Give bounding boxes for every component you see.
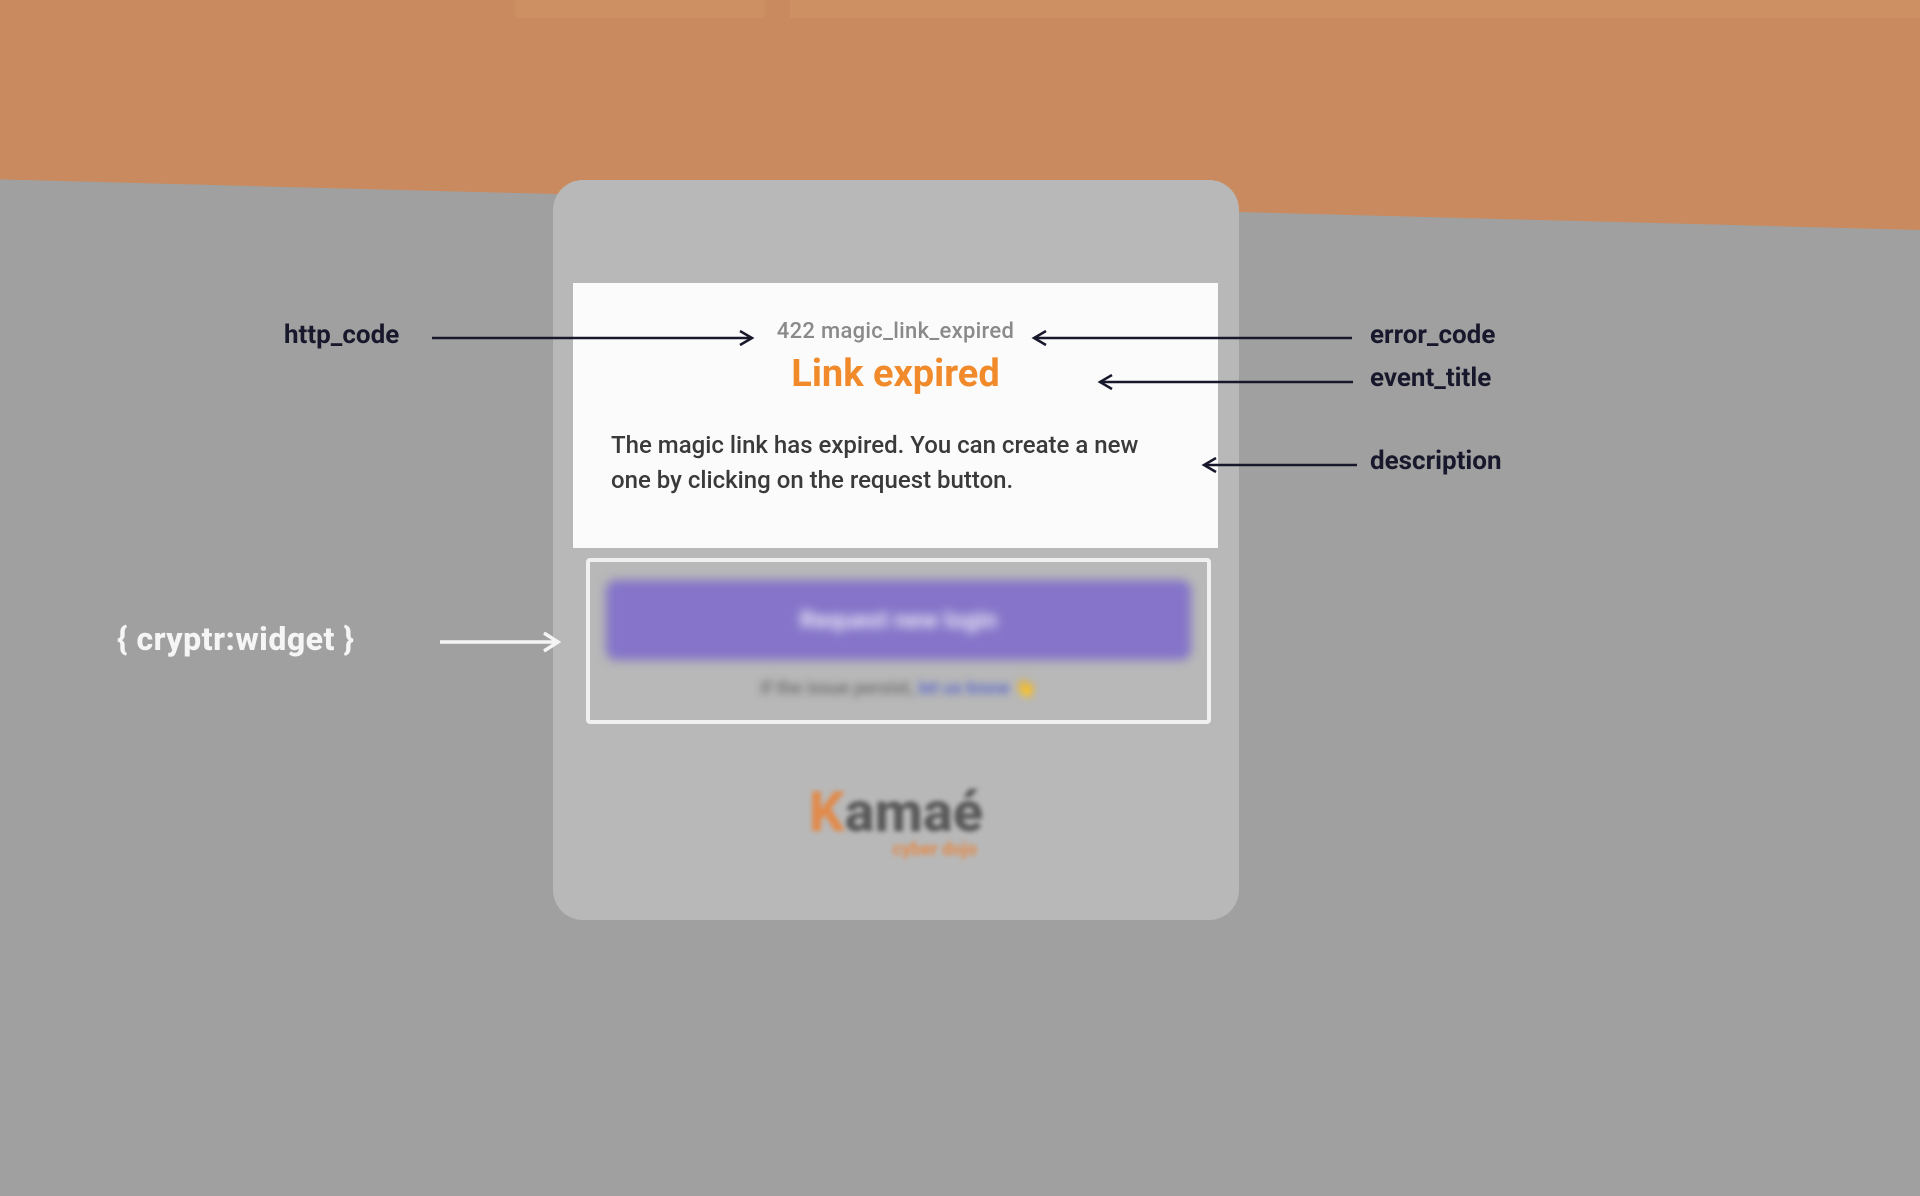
- brand-logo: Kamaé cyber dojo: [809, 779, 983, 860]
- annotation-description: description: [1370, 446, 1502, 476]
- annotation-http-code: http_code: [284, 320, 399, 350]
- error-description: The magic link has expired. You can crea…: [611, 428, 1180, 498]
- issue-persist-text: If the issue persist, let us know 👋: [606, 678, 1191, 699]
- arrow-event-title: [1088, 374, 1353, 394]
- cryptr-widget-area: Request new login If the issue persist, …: [586, 558, 1211, 724]
- error-panel: 422 magic_link_expired Link expired The …: [573, 283, 1218, 548]
- arrow-error-code: [1022, 330, 1352, 350]
- wave-emoji-icon: 👋: [1014, 678, 1036, 699]
- annotation-error-code: error_code: [1370, 320, 1495, 350]
- request-new-login-button[interactable]: Request new login: [606, 580, 1191, 660]
- annotation-cryptr-widget: { cryptr:widget }: [117, 620, 354, 658]
- arrow-description: [1192, 457, 1357, 477]
- annotation-event-title: event_title: [1370, 363, 1491, 393]
- let-us-know-link[interactable]: let us know: [918, 678, 1010, 699]
- button-label: Request new login: [800, 606, 998, 634]
- background-header-blocks: [515, 0, 1920, 18]
- arrow-cryptr-widget: [440, 632, 575, 656]
- arrow-http-code: [432, 330, 772, 350]
- error-code-value: magic_link_expired: [821, 319, 1014, 344]
- http-code-value: 422: [777, 319, 815, 344]
- logo-text: amaé: [845, 779, 983, 845]
